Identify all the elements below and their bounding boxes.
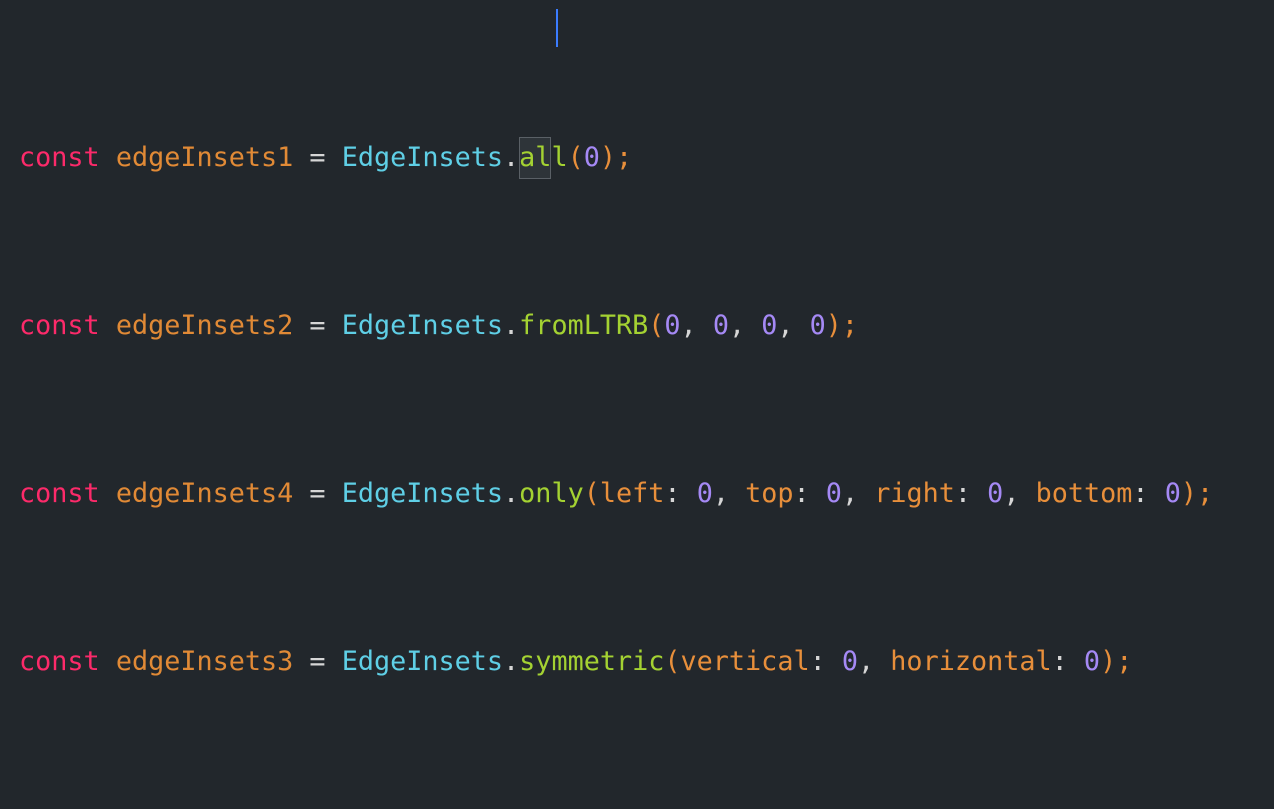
number-literal: 0 bbox=[825, 478, 842, 509]
close-paren-semicolon: ); bbox=[825, 310, 859, 341]
colon-separator: : bbox=[809, 646, 842, 677]
comma-separator: , bbox=[712, 478, 746, 509]
comma-separator: , bbox=[777, 310, 810, 341]
comma-separator: , bbox=[858, 646, 891, 677]
comma-separator: , bbox=[728, 310, 762, 341]
named-argument: vertical bbox=[680, 646, 810, 677]
assignment-operator: = bbox=[293, 478, 342, 509]
method-name-selected: al bbox=[519, 142, 552, 173]
open-paren: ( bbox=[664, 646, 681, 677]
number-literal: 0 bbox=[583, 142, 600, 173]
close-paren-semicolon: ); bbox=[599, 142, 633, 173]
close-paren-semicolon: ); bbox=[1100, 646, 1133, 677]
text-cursor bbox=[556, 9, 558, 47]
number-literal: 0 bbox=[696, 478, 713, 509]
code-line-4[interactable]: const edgeInsets3 = EdgeInsets.symmetric… bbox=[19, 641, 1213, 683]
dot-operator: . bbox=[503, 142, 520, 173]
colon-separator: : bbox=[1132, 478, 1165, 509]
named-argument: horizontal bbox=[890, 646, 1052, 677]
code-area[interactable]: const edgeInsets1 = EdgeInsets.all(0); c… bbox=[19, 11, 1213, 809]
code-line-1[interactable]: const edgeInsets1 = EdgeInsets.all(0); bbox=[19, 137, 1213, 179]
comma-separator: , bbox=[680, 310, 713, 341]
method-name: only bbox=[519, 478, 584, 509]
number-literal: 0 bbox=[664, 310, 681, 341]
number-literal: 0 bbox=[761, 310, 778, 341]
class-name: EdgeInsets bbox=[341, 142, 504, 173]
code-line-3[interactable]: const edgeInsets4 = EdgeInsets.only(left… bbox=[19, 473, 1213, 515]
named-argument: left bbox=[599, 478, 665, 509]
variable-name: edgeInsets1 bbox=[115, 142, 294, 173]
number-literal: 0 bbox=[1164, 478, 1181, 509]
colon-separator: : bbox=[793, 478, 826, 509]
keyword-const: const bbox=[19, 478, 100, 509]
dot-operator: . bbox=[503, 646, 520, 677]
keyword-const: const bbox=[19, 142, 100, 173]
colon-separator: : bbox=[664, 478, 697, 509]
code-editor[interactable]: const edgeInsets1 = EdgeInsets.all(0); c… bbox=[0, 0, 1274, 677]
open-paren: ( bbox=[648, 310, 665, 341]
colon-separator: : bbox=[954, 478, 988, 509]
assignment-operator: = bbox=[293, 310, 342, 341]
class-name: EdgeInsets bbox=[341, 310, 504, 341]
comma-separator: , bbox=[1003, 478, 1036, 509]
number-literal: 0 bbox=[1083, 646, 1101, 677]
number-literal: 0 bbox=[987, 478, 1004, 509]
number-literal: 0 bbox=[712, 310, 729, 341]
close-paren-semicolon: ); bbox=[1180, 478, 1214, 509]
named-argument: top bbox=[745, 478, 794, 509]
selected-text-highlight[interactable]: al bbox=[519, 137, 552, 179]
variable-name: edgeInsets3 bbox=[115, 646, 294, 677]
variable-name: edgeInsets4 bbox=[115, 478, 294, 509]
assignment-operator: = bbox=[293, 142, 342, 173]
dot-operator: . bbox=[503, 310, 520, 341]
assignment-operator: = bbox=[293, 646, 342, 677]
method-name: fromLTRB bbox=[519, 310, 649, 341]
keyword-const: const bbox=[19, 646, 100, 677]
dot-operator: . bbox=[503, 478, 520, 509]
named-argument: bottom bbox=[1035, 478, 1133, 509]
method-name-rest: l bbox=[551, 142, 568, 173]
open-paren: ( bbox=[567, 142, 584, 173]
class-name: EdgeInsets bbox=[341, 646, 504, 677]
number-literal: 0 bbox=[841, 646, 859, 677]
variable-name: edgeInsets2 bbox=[115, 310, 294, 341]
number-literal: 0 bbox=[809, 310, 826, 341]
named-argument: right bbox=[874, 478, 955, 509]
open-paren: ( bbox=[583, 478, 600, 509]
keyword-const: const bbox=[19, 310, 100, 341]
colon-separator: : bbox=[1051, 646, 1084, 677]
class-name: EdgeInsets bbox=[341, 478, 504, 509]
code-line-2[interactable]: const edgeInsets2 = EdgeInsets.fromLTRB(… bbox=[19, 305, 1213, 347]
comma-separator: , bbox=[841, 478, 875, 509]
method-name: symmetric bbox=[519, 646, 665, 677]
